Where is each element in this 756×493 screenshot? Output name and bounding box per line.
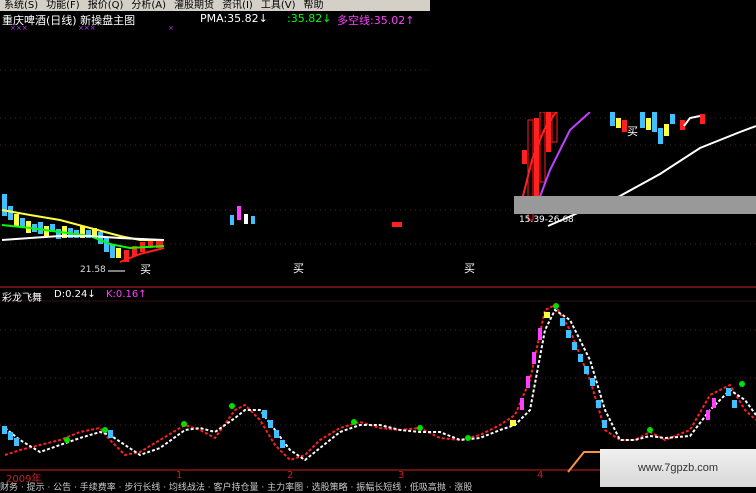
low-price-label: 21.58 (80, 265, 106, 275)
indicator-d-value: D:0.24↓ (54, 289, 96, 300)
buy-marker-4: 买 (627, 125, 638, 138)
axis-tick-4: 4 (537, 470, 544, 481)
site-watermark: www.7gpzb.com (600, 449, 756, 487)
indicator-bars-cyan (2, 318, 737, 448)
left-ma-lines (1, 209, 165, 263)
indicator-k-value: K:0.16↑ (106, 289, 147, 300)
chart-canvas (0, 0, 756, 473)
indicator-gridlines (0, 329, 756, 426)
range-label: 15.39-26.68 (519, 215, 574, 225)
indicator-lines (4, 303, 756, 462)
buy-marker-2: 买 (293, 262, 304, 275)
indicator-bars-magenta (520, 328, 716, 420)
buy-marker-3: 买 (464, 262, 475, 275)
bottom-bracket (567, 451, 600, 473)
indicator-green-markers (64, 303, 745, 443)
indicator-bars-yellow (510, 312, 550, 426)
range-highlight (514, 196, 756, 214)
middle-candles (230, 206, 402, 227)
indicator-name: 彩龙飞舞 (2, 293, 42, 304)
buy-marker-1: 买 (140, 263, 151, 276)
